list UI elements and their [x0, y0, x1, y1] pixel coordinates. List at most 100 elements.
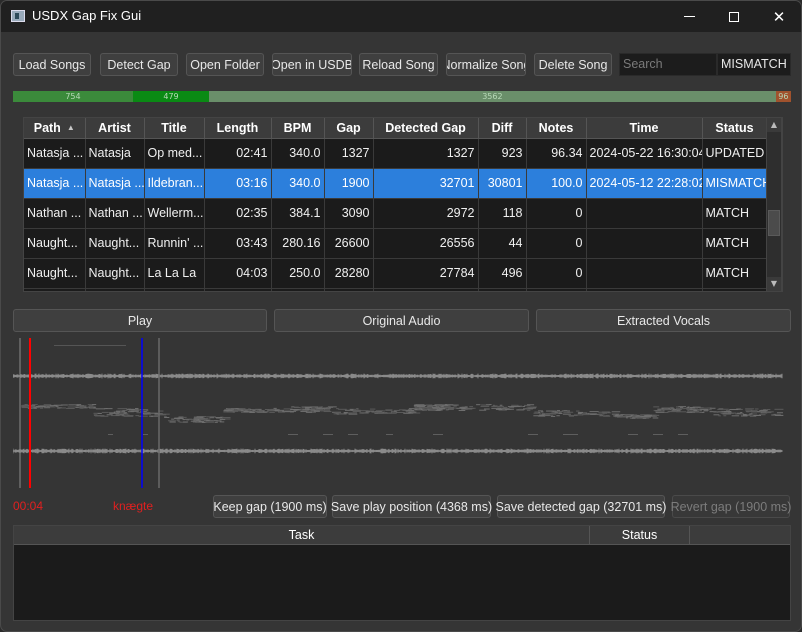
title-bar: USDX Gap Fix Gui ✕	[1, 1, 801, 32]
cell-status: MATCH	[702, 198, 768, 229]
column-header-artist[interactable]: Artist	[85, 118, 145, 139]
cell-path: Natasja ...	[24, 168, 86, 199]
column-header-status[interactable]: Status	[702, 118, 768, 139]
cell-time: 2024-05-12 22:28:02	[586, 168, 703, 199]
search-input[interactable]: Search	[619, 53, 717, 76]
cell-path: Naught...	[24, 228, 86, 259]
cell-notes: 0	[526, 228, 587, 259]
cell-detected-gap: 1327	[373, 138, 479, 169]
column-header-gap[interactable]: Gap	[324, 118, 374, 139]
revert-gap-button[interactable]: Revert gap (1900 ms)	[671, 495, 791, 518]
table-row[interactable]: Natasja ... Natasja ... Ildebran... 03:16 34…	[24, 168, 768, 199]
column-header-task[interactable]: Task	[14, 526, 590, 544]
cell-title: La La La	[144, 258, 205, 289]
open-folder-button[interactable]: Open Folder	[186, 53, 264, 76]
cell-bpm: 384.1	[271, 198, 325, 229]
table-row[interactable]: Naught... Naught... Runnin' ... 03:43 280.16…	[24, 228, 768, 259]
cell-bpm: 340.0	[271, 138, 325, 169]
task-table-header: Task Status	[14, 526, 790, 545]
cell-diff: 923	[478, 138, 527, 169]
cell-diff: 496	[478, 258, 527, 289]
table-row[interactable]: Nathan ... Nathan ... Wellerm... 02:35 384.1…	[24, 198, 768, 229]
table-header-row: Path ▲ Artist Title Length BPM Gap Detect…	[24, 118, 768, 139]
cell-gap: 28280	[324, 258, 374, 289]
close-button[interactable]: ✕	[756, 1, 801, 32]
cell-status: MATCH	[702, 228, 768, 259]
column-header-length[interactable]: Length	[204, 118, 272, 139]
cell-path: Nathan ...	[24, 198, 86, 229]
audio-channel-1	[13, 373, 783, 379]
app-icon	[11, 10, 25, 22]
cell-diff: 118	[478, 198, 527, 229]
cell-length: 02:35	[204, 198, 272, 229]
minimize-button[interactable]	[666, 1, 712, 32]
column-header-title[interactable]: Title	[144, 118, 205, 139]
cell-length: 04:03	[204, 258, 272, 289]
extracted-vocals-button[interactable]: Extracted Vocals	[536, 309, 791, 332]
cell-title: Op med...	[144, 138, 205, 169]
table-scrollbar[interactable]: ▲ ▼	[766, 117, 782, 292]
cell-artist: Naught...	[85, 228, 145, 259]
cell-length: 02:41	[204, 138, 272, 169]
normalize-song-button[interactable]: Normalize Song	[446, 53, 526, 76]
column-header-time[interactable]: Time	[586, 118, 703, 139]
cell-artist: Natasja	[85, 138, 145, 169]
window-title: USDX Gap Fix Gui	[32, 8, 142, 23]
delete-song-button[interactable]: Delete Song	[534, 53, 612, 76]
cell-gap: 1900	[324, 168, 374, 199]
open-in-usdb-button[interactable]: Open in USDB	[272, 53, 352, 76]
column-header-path[interactable]: Path ▲	[24, 118, 86, 139]
cell-notes: 100.0	[526, 168, 587, 199]
cell-bpm: 340.0	[271, 168, 325, 199]
original-audio-button[interactable]: Original Audio	[274, 309, 529, 332]
save-detected-gap-button[interactable]: Save detected gap (32701 ms)	[496, 495, 666, 518]
task-table: Task Status	[13, 525, 791, 621]
status-distribution-bar: 754 479 3562 96	[13, 91, 791, 102]
cell-diff: 44	[478, 228, 527, 259]
table-row-partial	[24, 288, 768, 291]
status-filter-select[interactable]: MISMATCH	[717, 53, 791, 76]
table-row[interactable]: Natasja ... Natasja Op med... 02:41 340.0 132…	[24, 138, 768, 169]
cell-status: UPDATED	[702, 138, 768, 169]
column-header-detected-gap[interactable]: Detected Gap	[373, 118, 479, 139]
cell-detected-gap: 27784	[373, 258, 479, 289]
column-header-task-status[interactable]: Status	[590, 526, 690, 544]
cell-status: MATCH	[702, 258, 768, 289]
sort-ascending-icon: ▲	[66, 122, 75, 132]
minimize-icon	[683, 16, 695, 17]
cell-path: Naught...	[24, 258, 86, 289]
cell-time: 2024-05-22 16:30:04	[586, 138, 703, 169]
cell-length: 03:16	[204, 168, 272, 199]
keep-gap-button[interactable]: Keep gap (1900 ms)	[213, 495, 327, 518]
cell-status: MISMATCH	[702, 168, 768, 199]
scroll-up-arrow-icon[interactable]: ▲	[767, 118, 781, 132]
cell-detected-gap: 32701	[373, 168, 479, 199]
scrollbar-thumb[interactable]	[768, 210, 780, 236]
cell-detected-gap: 2972	[373, 198, 479, 229]
status-segment: 96	[775, 91, 791, 102]
scroll-down-arrow-icon[interactable]: ▼	[767, 277, 781, 291]
cell-notes: 0	[526, 258, 587, 289]
reload-song-button[interactable]: Reload Song	[359, 53, 438, 76]
cell-detected-gap: 26556	[373, 228, 479, 259]
waveform-view[interactable]	[13, 338, 791, 488]
save-play-position-button[interactable]: Save play position (4368 ms)	[331, 495, 492, 518]
table-row[interactable]: Naught... Naught... La La La 04:03 250.0 2828…	[24, 258, 768, 289]
cell-time	[586, 258, 703, 289]
load-songs-button[interactable]: Load Songs	[13, 53, 91, 76]
maximize-button[interactable]	[711, 1, 757, 32]
detect-gap-button[interactable]: Detect Gap	[100, 53, 178, 76]
cell-title: Ildebran...	[144, 168, 205, 199]
cell-time	[586, 198, 703, 229]
cell-diff: 30801	[478, 168, 527, 199]
cell-title: Wellerm...	[144, 198, 205, 229]
cell-bpm: 280.16	[271, 228, 325, 259]
column-header-notes[interactable]: Notes	[526, 118, 587, 139]
column-header-empty	[690, 526, 790, 544]
column-header-bpm[interactable]: BPM	[271, 118, 325, 139]
column-header-diff[interactable]: Diff	[478, 118, 527, 139]
maximize-icon	[729, 11, 739, 22]
play-button[interactable]: Play	[13, 309, 267, 332]
vocal-pitch-track	[21, 404, 784, 435]
audio-channel-2	[13, 448, 783, 454]
